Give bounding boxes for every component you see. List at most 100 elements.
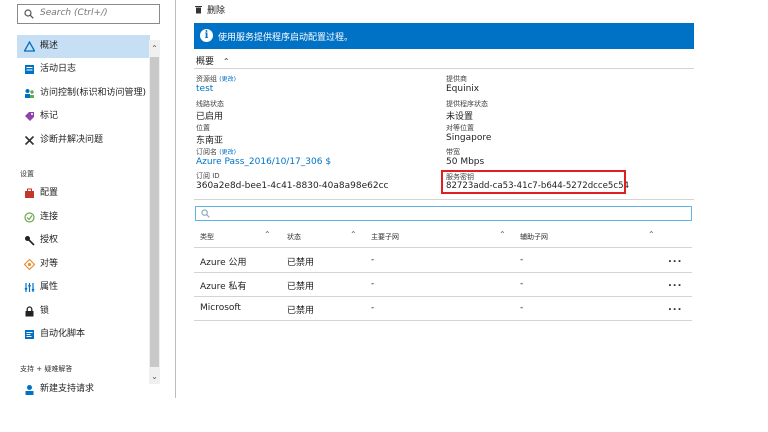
- row-primary-subnet: -: [371, 255, 375, 265]
- sidebar-item-label: 锁: [40, 306, 50, 316]
- sidebar-item-automation-script[interactable]: 自动化脚本: [17, 323, 150, 346]
- provider-label: 提供商: [446, 75, 467, 83]
- row-primary-subnet: -: [371, 303, 375, 313]
- triangle-icon: [24, 41, 35, 52]
- toolbox-icon: [25, 188, 34, 198]
- circuit-status-value: 已启用: [196, 112, 224, 122]
- sort-icon[interactable]: ⌃: [648, 230, 655, 239]
- peering-icon: [24, 259, 35, 270]
- peering-location-value: Singapore: [446, 133, 492, 143]
- scroll-down-icon[interactable]: ⌄: [149, 370, 160, 384]
- row-status: 已禁用: [287, 282, 315, 292]
- sidebar-item-label: 新建支持请求: [40, 384, 95, 394]
- sidebar-item-locks[interactable]: 锁: [17, 300, 150, 323]
- scroll-up-icon[interactable]: ⌃: [149, 42, 160, 56]
- sidebar-item-diagnose[interactable]: 诊断并解决问题: [17, 129, 150, 152]
- row-status: 已禁用: [287, 258, 315, 268]
- tag-icon: [25, 112, 34, 121]
- search-icon: [201, 209, 210, 218]
- sidebar-item-label: 配置: [40, 188, 59, 198]
- info-icon: i: [200, 29, 213, 42]
- location-value: 东南亚: [196, 136, 224, 146]
- provider-status-label: 提供程序状态: [446, 100, 488, 108]
- change-link[interactable]: (更改): [219, 76, 236, 83]
- connection-icon: [24, 212, 35, 223]
- lock-icon: [25, 306, 34, 317]
- sidebar-item-label: 诊断并解决问题: [40, 135, 104, 145]
- bandwidth-value: 50 Mbps: [446, 157, 485, 167]
- sidebar-item-label: 访问控制(标识和访问管理): [40, 88, 147, 98]
- search-icon: [24, 9, 34, 19]
- table-row[interactable]: [194, 297, 692, 321]
- sort-icon[interactable]: ⌃: [499, 230, 506, 239]
- essentials-title: 概要: [196, 57, 215, 67]
- sidebar-item-activity-log[interactable]: 活动日志: [17, 58, 150, 81]
- provider-value: Equinix: [446, 84, 480, 94]
- sidebar-item-authorization[interactable]: 授权: [17, 229, 150, 252]
- info-banner[interactable]: i 使用服务提供程序启动配置过程。: [194, 23, 694, 49]
- row-type: Azure 公用: [200, 258, 247, 268]
- sidebar-scroll-thumb[interactable]: [150, 57, 159, 367]
- more-options-icon[interactable]: ...: [668, 278, 682, 289]
- subscription-id-value: 360a2e8d-bee1-4c41-8830-40a8a98e62cc: [196, 181, 389, 191]
- log-icon: [25, 65, 34, 74]
- sidebar-item-access-control[interactable]: 访问控制(标识和访问管理): [17, 82, 150, 105]
- row-divider: [194, 320, 692, 321]
- row-type: Microsoft: [200, 303, 241, 313]
- resource-group-label: 资源组 (更改): [196, 75, 236, 83]
- sort-icon[interactable]: ⌃: [350, 230, 357, 239]
- column-header-secondary-subnet[interactable]: 辅助子网: [520, 232, 548, 242]
- sidebar-item-label: 连接: [40, 212, 59, 222]
- subscription-label: 订阅名 (更改): [196, 148, 236, 156]
- delete-label: 删除: [207, 6, 226, 16]
- more-options-icon[interactable]: ...: [668, 254, 682, 265]
- service-key-highlight: [441, 170, 626, 194]
- bandwidth-label: 带宽: [446, 148, 460, 156]
- peering-location-label: 对等位置: [446, 124, 474, 132]
- column-header-status[interactable]: 状态: [287, 232, 301, 242]
- sidebar-item-configuration[interactable]: 配置: [17, 182, 150, 205]
- resource-group-link[interactable]: test: [196, 84, 213, 94]
- row-primary-subnet: -: [371, 279, 375, 289]
- subscription-id-label: 订阅 ID: [196, 172, 220, 180]
- filter-input[interactable]: [195, 206, 692, 221]
- row-secondary-subnet: -: [520, 279, 524, 289]
- section-settings: 设置: [20, 170, 34, 178]
- sidebar-item-peerings[interactable]: 对等: [17, 253, 150, 276]
- column-header-primary-subnet[interactable]: 主要子网: [371, 232, 399, 242]
- sidebar-item-tags[interactable]: 标记: [17, 105, 150, 128]
- row-secondary-subnet: -: [520, 255, 524, 265]
- sidebar-item-label: 授权: [40, 235, 59, 245]
- wrench-icon: [24, 135, 35, 146]
- table-row[interactable]: [194, 248, 692, 272]
- location-label: 位置: [196, 124, 210, 132]
- sidebar-item-properties[interactable]: 属性: [17, 276, 150, 299]
- banner-text: 使用服务提供程序启动配置过程。: [218, 33, 354, 43]
- sidebar-item-label: 标记: [40, 111, 59, 121]
- sidebar-item-label: 属性: [40, 282, 59, 292]
- essentials-toggle[interactable]: 概要 ⌃: [196, 54, 230, 67]
- key-icon: [25, 236, 35, 246]
- change-link[interactable]: (更改): [219, 149, 236, 156]
- chevron-up-icon: ⌃: [222, 57, 230, 66]
- subscription-link[interactable]: Azure Pass_2016/10/17_306 $: [196, 157, 331, 167]
- sidebar-item-label: 对等: [40, 259, 59, 269]
- sliders-icon: [24, 283, 35, 292]
- sort-icon[interactable]: ⌃: [264, 230, 271, 239]
- row-secondary-subnet: -: [520, 303, 524, 313]
- sidebar-item-overview[interactable]: 概述: [17, 35, 150, 58]
- more-options-icon[interactable]: ...: [668, 302, 682, 313]
- script-icon: [25, 330, 34, 339]
- circuit-status-label: 线路状态: [196, 100, 224, 108]
- search-input[interactable]: Search (Ctrl+/): [17, 4, 160, 24]
- row-type: Azure 私有: [200, 282, 247, 292]
- sidebar-item-label: 概述: [40, 41, 59, 51]
- essentials-divider: [194, 68, 694, 69]
- essentials-bottom-divider: [194, 199, 694, 200]
- table-row[interactable]: [194, 273, 692, 297]
- delete-button[interactable]: 删除: [194, 3, 225, 19]
- people-icon: [25, 89, 34, 98]
- sidebar-item-connections[interactable]: 连接: [17, 206, 150, 229]
- column-header-type[interactable]: 类型: [200, 232, 214, 242]
- sidebar-item-new-support-request[interactable]: 新建支持请求: [17, 378, 150, 396]
